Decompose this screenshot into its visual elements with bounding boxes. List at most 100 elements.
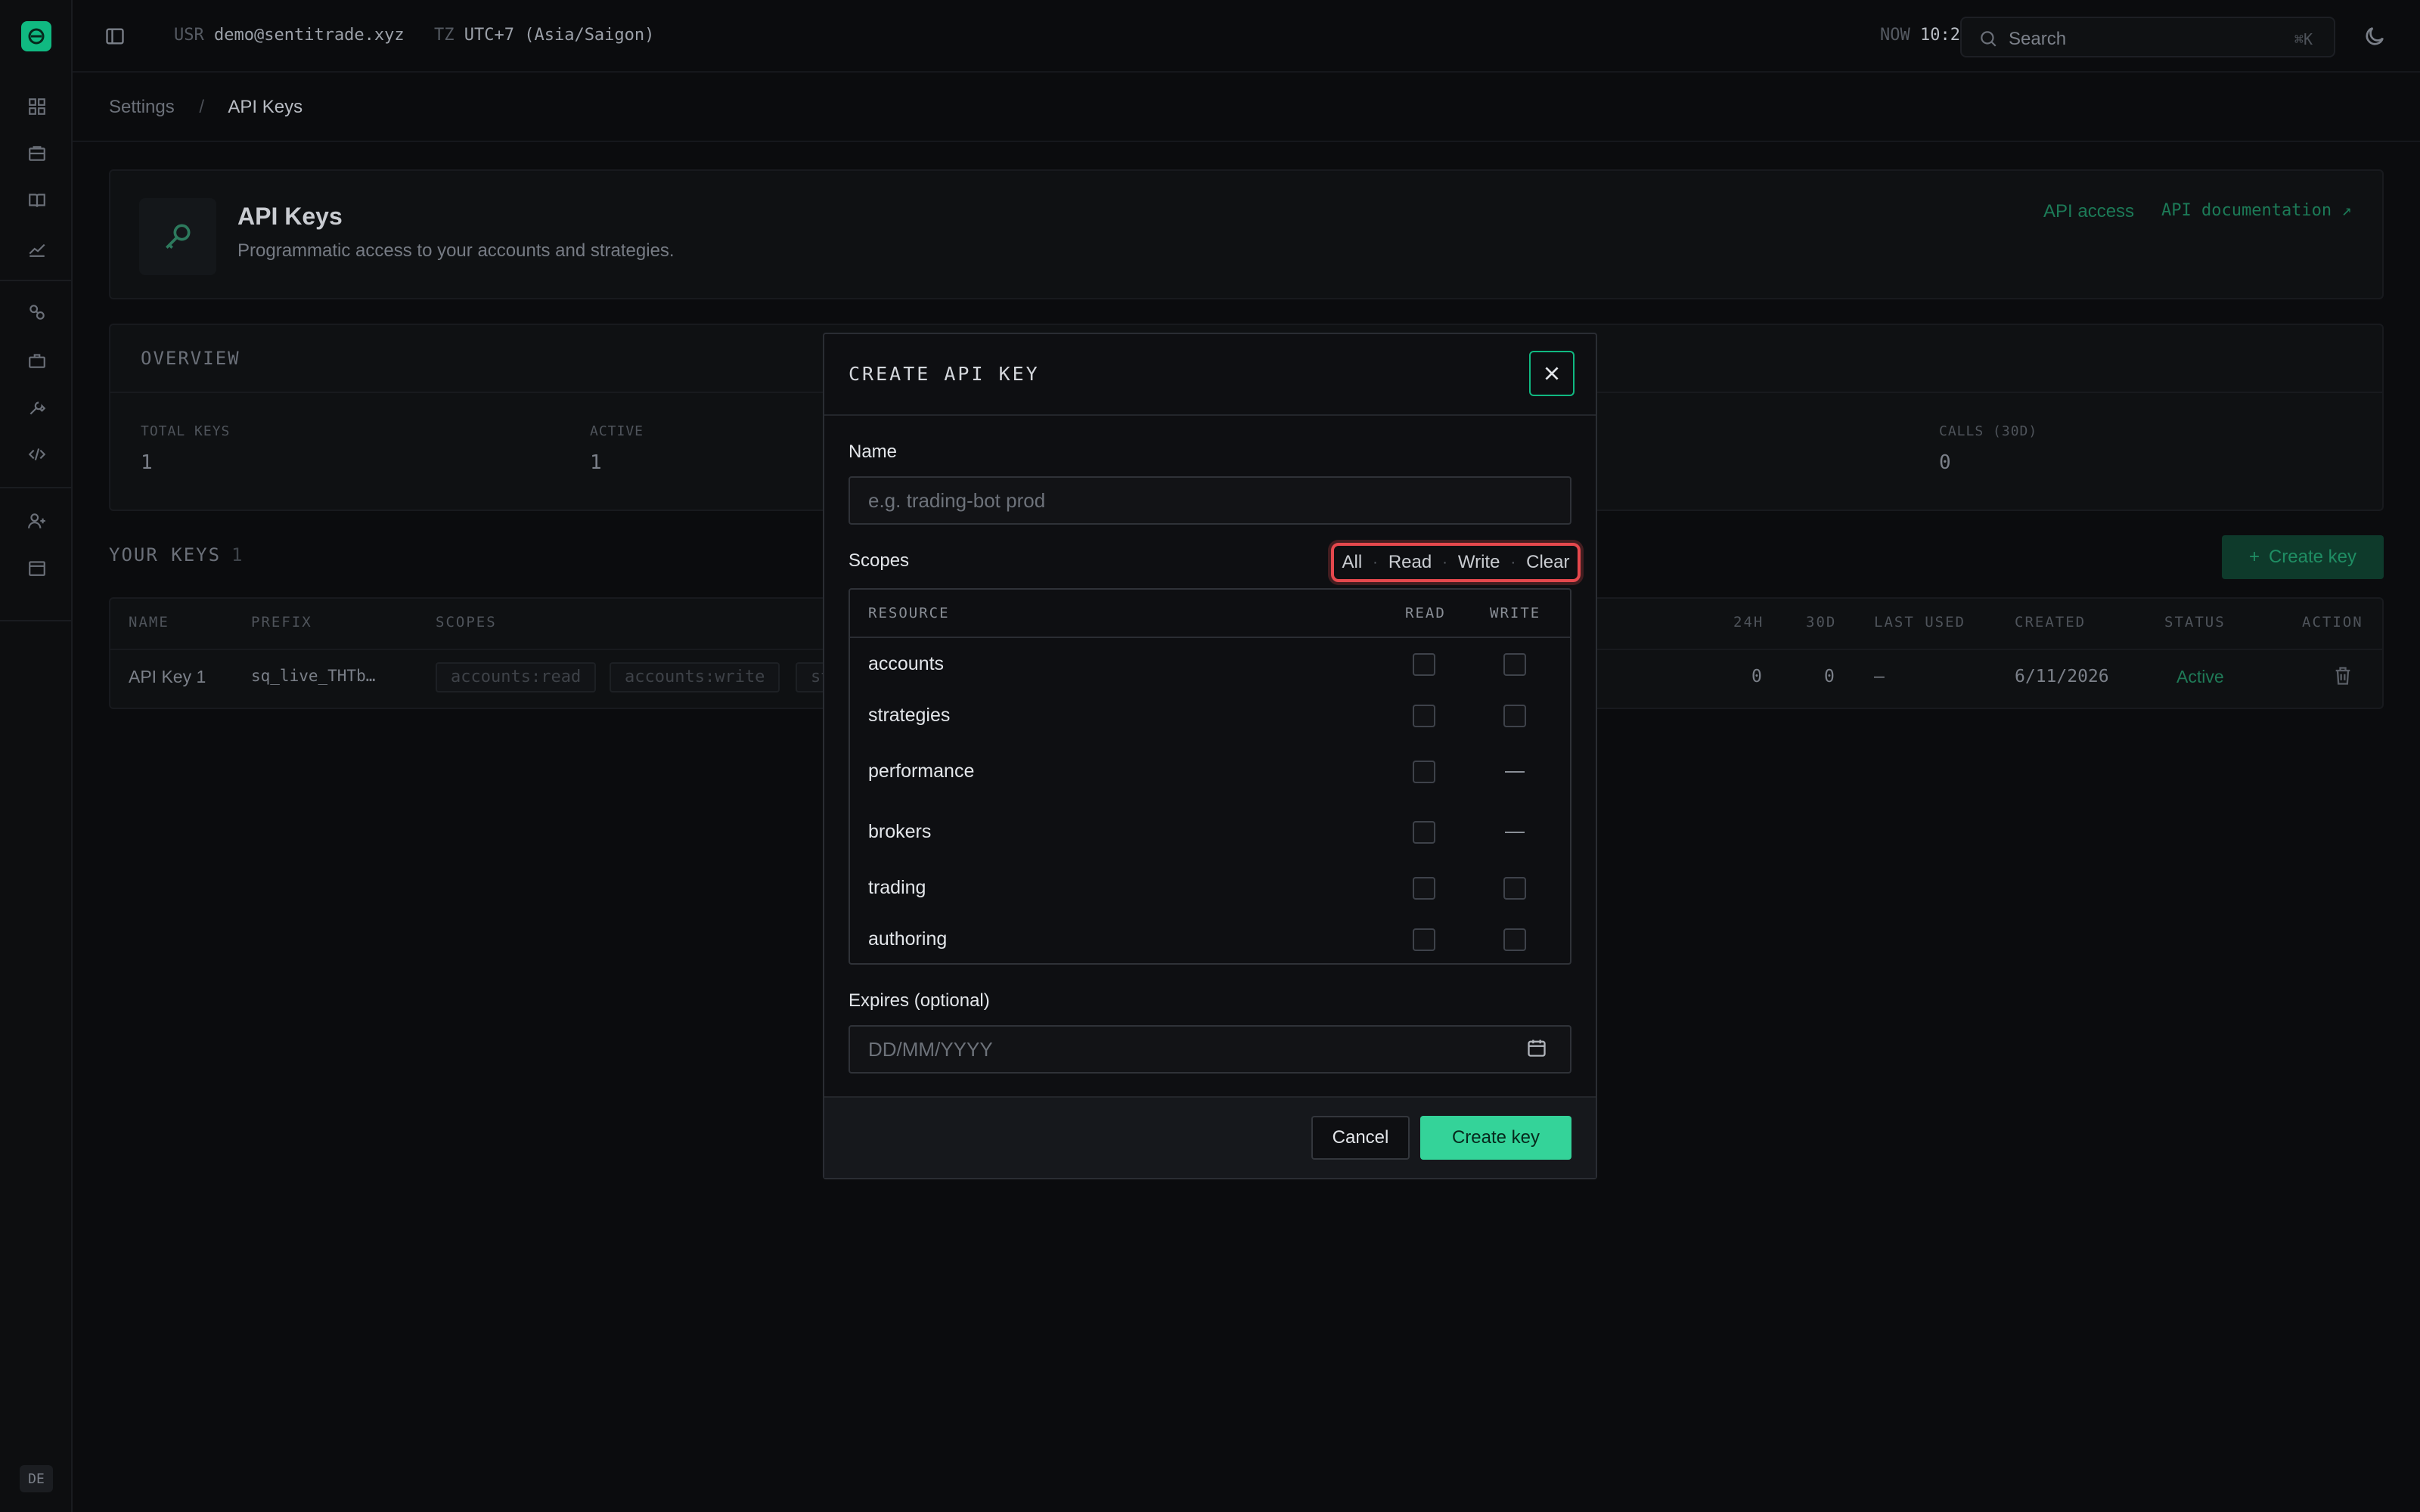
status-badge: Active bbox=[2176, 667, 2224, 686]
timezone-label: TZ bbox=[434, 26, 455, 45]
last-used: — bbox=[1874, 667, 1885, 686]
create-key-submit-button[interactable]: Create key bbox=[1420, 1116, 1571, 1160]
plus-icon: + bbox=[2248, 547, 2260, 567]
tool-icon[interactable] bbox=[27, 398, 47, 417]
user-email: demo@sentitrade.xyz bbox=[214, 26, 405, 45]
theme-toggle-icon[interactable] bbox=[2363, 24, 2387, 48]
created-date: 6/11/2026 bbox=[2015, 667, 2109, 686]
clear-scopes-button[interactable]: Clear bbox=[1526, 552, 1569, 573]
clock-label: NOW bbox=[1880, 26, 1910, 45]
name-input[interactable] bbox=[849, 476, 1571, 525]
write-not-available-dash bbox=[1505, 771, 1525, 773]
briefcase-icon[interactable] bbox=[27, 351, 47, 370]
stat-calls-30d: CALLS (30D) 0 bbox=[1939, 423, 2037, 474]
dashboard-icon[interactable] bbox=[27, 97, 47, 116]
close-button[interactable] bbox=[1529, 351, 1575, 396]
scope-row-brokers: brokers bbox=[850, 806, 1570, 857]
language-badge[interactable]: DE bbox=[20, 1465, 53, 1492]
calls-24h: 0 bbox=[1751, 667, 1762, 686]
link-icon[interactable] bbox=[27, 302, 47, 322]
read-checkbox[interactable] bbox=[1413, 928, 1435, 951]
column-header-read: READ bbox=[1405, 605, 1446, 621]
calendar-icon[interactable] bbox=[1526, 1037, 1547, 1058]
write-checkbox[interactable] bbox=[1503, 877, 1526, 900]
select-all-button[interactable]: All bbox=[1342, 552, 1363, 573]
read-checkbox[interactable] bbox=[1413, 761, 1435, 783]
read-checkbox[interactable] bbox=[1413, 877, 1435, 900]
scopes-table-header: RESOURCE READ WRITE bbox=[850, 590, 1570, 638]
write-checkbox[interactable] bbox=[1503, 705, 1526, 727]
stat-value: 1 bbox=[590, 451, 602, 474]
sidebar: DE bbox=[0, 0, 73, 1512]
scopes-label: Scopes bbox=[849, 550, 910, 571]
portfolio-icon[interactable] bbox=[27, 144, 47, 163]
page-divider bbox=[73, 141, 2420, 142]
search-icon bbox=[1981, 31, 1996, 47]
write-checkbox[interactable] bbox=[1503, 928, 1526, 951]
stat-value: 1 bbox=[141, 451, 153, 474]
topbar: USR demo@sentitrade.xyz TZ UTC+7 (Asia/S… bbox=[73, 0, 2420, 73]
breadcrumb-separator: / bbox=[199, 97, 205, 117]
resource-name: accounts bbox=[868, 653, 945, 674]
expires-label: Expires (optional) bbox=[849, 990, 990, 1011]
scopes-table: RESOURCE READ WRITE accounts strategies … bbox=[849, 588, 1571, 965]
calendar-icon[interactable] bbox=[27, 558, 47, 578]
write-checkbox[interactable] bbox=[1503, 653, 1526, 676]
resource-name: strategies bbox=[868, 705, 951, 726]
logo-icon bbox=[28, 28, 45, 45]
breadcrumb-settings[interactable]: Settings bbox=[109, 97, 175, 117]
user-indicator: USR demo@sentitrade.xyz bbox=[174, 26, 405, 45]
column-header: 30D bbox=[1806, 614, 1837, 631]
sidebar-toggle-icon[interactable] bbox=[104, 26, 126, 47]
select-read-button[interactable]: Read bbox=[1388, 552, 1432, 573]
column-header: PREFIX bbox=[251, 614, 312, 631]
api-keys-header-card: API Keys Programmatic access to your acc… bbox=[109, 169, 2384, 299]
column-header: STATUS bbox=[2164, 614, 2226, 631]
select-write-button[interactable]: Write bbox=[1458, 552, 1500, 573]
scope-chip: accounts:read bbox=[436, 662, 597, 692]
calls-30d: 0 bbox=[1824, 667, 1835, 686]
timezone-indicator: TZ UTC+7 (Asia/Saigon) bbox=[434, 26, 654, 45]
stat-value: 0 bbox=[1939, 451, 1951, 474]
stat-total-keys: TOTAL KEYS 1 bbox=[141, 423, 230, 474]
expires-date-input[interactable] bbox=[849, 1025, 1571, 1074]
stat-label: ACTIVE bbox=[590, 423, 644, 439]
stat-label: TOTAL KEYS bbox=[141, 423, 231, 439]
chart-icon[interactable] bbox=[27, 239, 47, 259]
read-checkbox[interactable] bbox=[1413, 705, 1435, 727]
read-checkbox[interactable] bbox=[1413, 653, 1435, 676]
write-not-available-dash bbox=[1505, 832, 1525, 833]
scope-row-accounts: accounts bbox=[850, 638, 1570, 689]
breadcrumb-current: API Keys bbox=[228, 97, 303, 117]
column-header: CREATED bbox=[2015, 614, 2086, 631]
name-label: Name bbox=[849, 442, 898, 462]
code-icon[interactable] bbox=[27, 445, 47, 464]
scope-row-trading: trading bbox=[850, 862, 1570, 913]
modal-header: CREATE API KEY bbox=[824, 334, 1596, 416]
app-logo[interactable] bbox=[21, 21, 51, 51]
modal-footer: Cancel Create key bbox=[824, 1096, 1596, 1178]
read-checkbox[interactable] bbox=[1413, 821, 1435, 844]
book-icon[interactable] bbox=[27, 191, 47, 210]
timezone-value: UTC+7 (Asia/Saigon) bbox=[464, 26, 655, 45]
separator-dot: · bbox=[1373, 553, 1378, 571]
overview-title: OVERVIEW bbox=[141, 348, 240, 369]
users-icon[interactable] bbox=[27, 511, 47, 531]
your-keys-heading: YOUR KEYS 1 bbox=[109, 544, 244, 565]
cancel-button[interactable]: Cancel bbox=[1311, 1116, 1410, 1160]
modal-title: CREATE API KEY bbox=[849, 363, 1040, 385]
api-documentation-link[interactable]: API documentation ↗ bbox=[2161, 201, 2352, 220]
your-keys-title: YOUR KEYS bbox=[109, 544, 222, 565]
api-access-link[interactable]: API access bbox=[2043, 201, 2134, 222]
stat-label: CALLS (30D) bbox=[1939, 423, 2038, 439]
stat-active: ACTIVE 1 bbox=[590, 423, 644, 474]
search-bar[interactable]: Search ⌘K bbox=[1960, 17, 2335, 57]
create-key-button[interactable]: + Create key bbox=[2222, 535, 2384, 579]
create-api-key-modal: CREATE API KEY Name Scopes All · Read · … bbox=[823, 333, 1597, 1179]
sidebar-divider bbox=[0, 620, 73, 621]
separator-dot: · bbox=[1510, 553, 1516, 571]
create-key-label: Create key bbox=[2268, 547, 2357, 567]
column-header: 24H bbox=[1733, 614, 1764, 631]
trash-icon[interactable] bbox=[2332, 665, 2353, 686]
sidebar-divider bbox=[0, 280, 73, 281]
